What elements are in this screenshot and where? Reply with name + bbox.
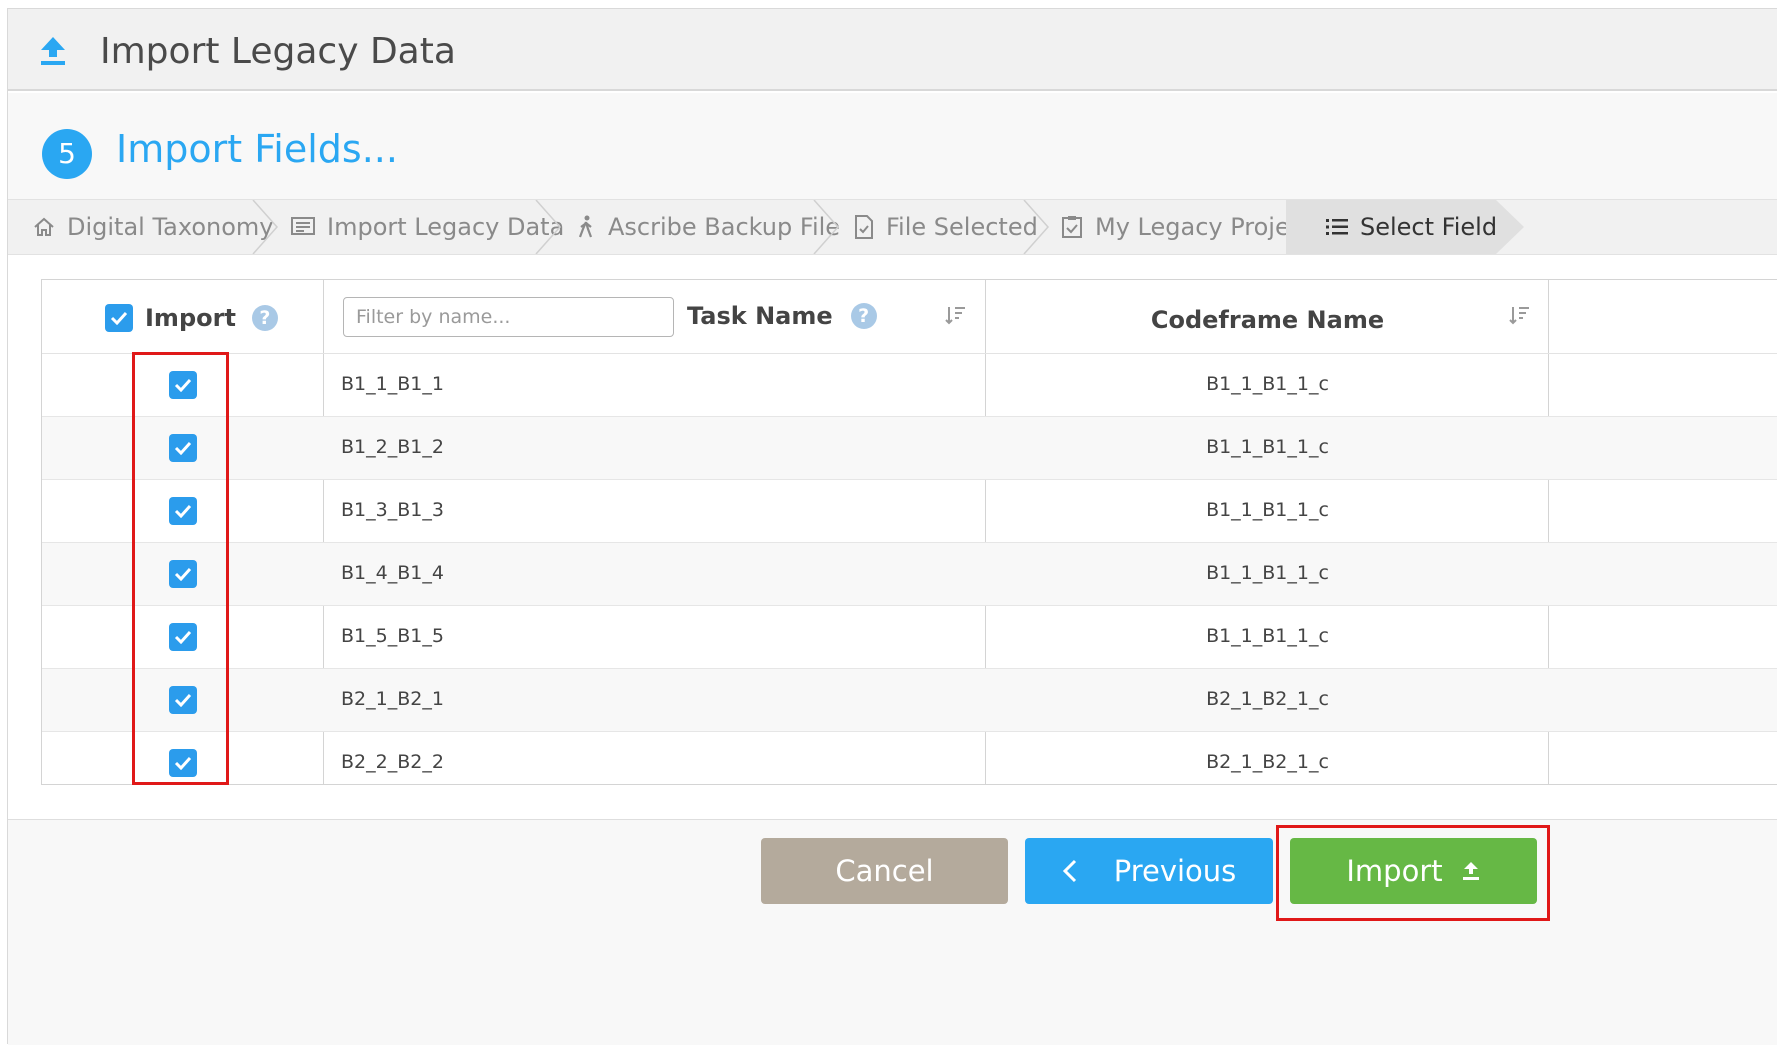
task-name-cell: B1_4_B1_4 xyxy=(341,562,444,584)
task-name-cell: B1_1_B1_1 xyxy=(341,373,444,395)
task-name-cell: B1_3_B1_3 xyxy=(341,499,444,521)
import-column-header: Import ? xyxy=(105,304,278,332)
task-name-header-label: Task Name xyxy=(687,302,833,330)
chevron-separator-icon xyxy=(252,200,279,254)
highlight-import-button xyxy=(1276,825,1550,921)
file-check-icon xyxy=(855,215,873,239)
home-icon xyxy=(34,217,54,236)
highlight-checkbox-column xyxy=(132,352,229,785)
table-row: B1_2_B1_2 B1_1_B1_1_c xyxy=(42,417,1777,480)
select-all-checkbox[interactable] xyxy=(105,304,133,332)
breadcrumb-item-ascribe-backup-file[interactable]: Ascribe Backup File xyxy=(576,200,840,254)
table-row: B1_4_B1_4 B1_1_B1_1_c xyxy=(42,543,1777,606)
breadcrumb-label: File Selected xyxy=(886,213,1038,241)
breadcrumb-label: Import Legacy Data xyxy=(327,213,565,241)
previous-button[interactable]: Previous xyxy=(1025,838,1273,904)
table-row: B2_2_B2_2 B2_1_B2_1_c xyxy=(42,732,1777,784)
breadcrumb-item-file-selected[interactable]: File Selected xyxy=(854,200,1038,254)
dialog-title: Import Legacy Data xyxy=(100,31,456,72)
breadcrumb-item-digital-taxonomy[interactable]: Digital Taxonomy xyxy=(33,200,273,254)
step-title: Import Fields... xyxy=(116,127,398,171)
breadcrumb-label: My Legacy Project xyxy=(1095,213,1313,241)
chevron-separator-icon xyxy=(1023,200,1050,254)
task-name-cell: B2_2_B2_2 xyxy=(341,751,444,773)
help-icon[interactable]: ? xyxy=(251,305,278,331)
breadcrumb-item-import-legacy-data[interactable]: Import Legacy Data xyxy=(291,200,564,254)
checkmark-icon xyxy=(110,311,128,325)
help-icon[interactable]: ? xyxy=(850,303,877,329)
breadcrumb-label: Ascribe Backup File xyxy=(608,213,841,241)
codeframe-name-cell: B2_1_B2_1_c xyxy=(1206,751,1329,773)
table-row: B1_3_B1_3 B1_1_B1_1_c xyxy=(42,480,1777,543)
breadcrumb-item-select-fields[interactable]: Select Fields xyxy=(1286,200,1510,254)
breadcrumb-item-my-legacy-project[interactable]: My Legacy Project xyxy=(1061,200,1312,254)
codeframe-name-cell: B1_1_B1_1_c xyxy=(1206,436,1329,458)
clipboard-check-icon xyxy=(1062,216,1082,238)
codeframe-name-cell: B1_1_B1_1_c xyxy=(1206,625,1329,647)
sort-icon[interactable] xyxy=(1509,304,1531,326)
task-name-cell: B1_2_B1_2 xyxy=(341,436,444,458)
cancel-button[interactable]: Cancel xyxy=(761,838,1008,904)
codeframe-name-cell: B1_1_B1_1_c xyxy=(1206,373,1329,395)
task-name-cell: B1_5_B1_5 xyxy=(341,625,444,647)
step-number-badge: 5 xyxy=(42,129,92,179)
dialog-title-bar: Import Legacy Data xyxy=(8,9,1777,91)
codeframe-name-header: Codeframe Name xyxy=(1150,306,1385,334)
walking-person-icon xyxy=(578,215,593,238)
chevron-separator-icon xyxy=(813,200,840,254)
filter-by-name-input[interactable] xyxy=(343,297,674,337)
breadcrumb: Digital Taxonomy Import Legacy Data Ascr xyxy=(8,199,1777,255)
codeframe-name-cell: B1_1_B1_1_c xyxy=(1206,499,1329,521)
import-header-label: Import xyxy=(145,304,236,332)
cancel-button-label: Cancel xyxy=(835,854,934,888)
codeframe-name-cell: B1_1_B1_1_c xyxy=(1206,562,1329,584)
table-row: B1_1_B1_1 B1_1_B1_1_c xyxy=(42,354,1777,417)
table-header: Import ? Task Name ? Codeframe Name xyxy=(42,280,1777,354)
fields-table: Import ? Task Name ? Codeframe Name xyxy=(41,279,1777,785)
table-row: B2_1_B2_1 B2_1_B2_1_c xyxy=(42,669,1777,732)
table-row: B1_5_B1_5 B1_1_B1_1_c xyxy=(42,606,1777,669)
step-header: 5 Import Fields... xyxy=(8,93,1777,199)
active-chevron-tail xyxy=(1496,200,1524,254)
list-box-icon xyxy=(291,217,315,235)
list-icon xyxy=(1326,219,1348,235)
previous-button-label: Previous xyxy=(1113,854,1237,888)
breadcrumb-label: Digital Taxonomy xyxy=(67,213,274,241)
upload-icon xyxy=(41,37,65,65)
task-name-cell: B2_1_B2_1 xyxy=(341,688,444,710)
codeframe-name-cell: B2_1_B2_1_c xyxy=(1206,688,1329,710)
sort-icon[interactable] xyxy=(945,304,967,326)
task-name-header: Task Name ? xyxy=(687,302,877,330)
chevron-separator-icon xyxy=(535,200,562,254)
chevron-left-icon xyxy=(1062,859,1076,883)
breadcrumb-label: Select Fields xyxy=(1360,213,1510,241)
